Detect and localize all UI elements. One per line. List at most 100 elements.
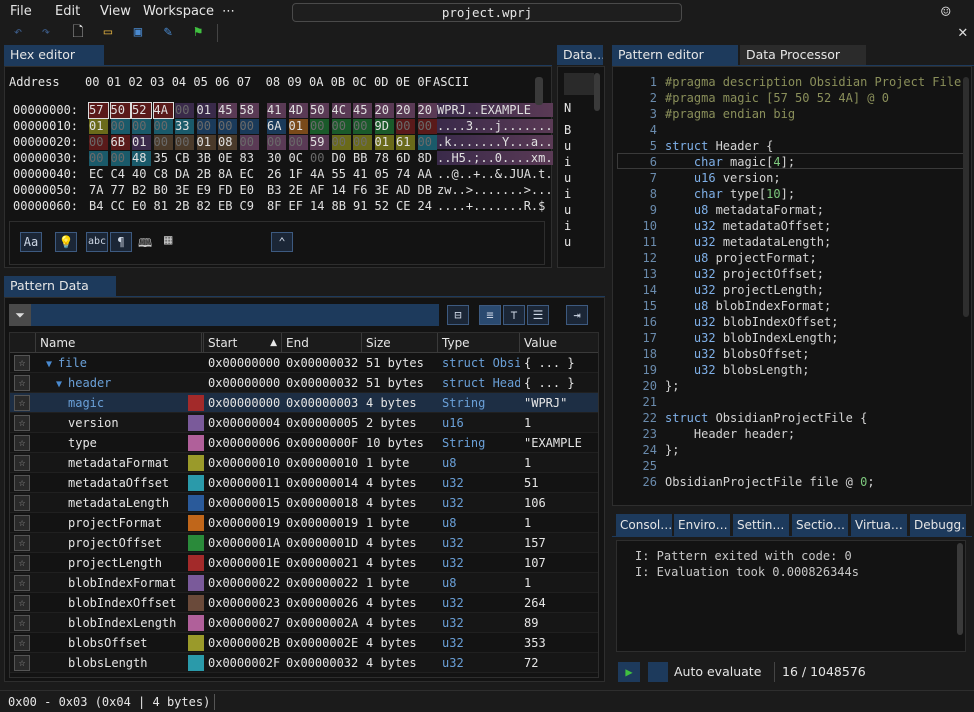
hex-byte[interactable]: 00 [353,119,372,134]
favorite-star-icon[interactable]: ☆ [14,475,30,491]
tab-hex-editor[interactable]: Hex editor [4,45,104,65]
filter-input[interactable]: ⏷ [9,304,439,326]
hex-row[interactable]: 00000010: 01 00 00 00 33 00 00 00 6A 01 00 00 00 9D 00 0… [13,119,553,135]
code-line[interactable]: 21 [613,395,953,411]
hex-byte[interactable]: 00 [110,151,130,166]
hex-byte[interactable]: 01 [196,135,216,150]
tab-debugger[interactable]: Debugg… [910,514,966,536]
favorite-star-icon[interactable]: ☆ [14,595,30,611]
code-line[interactable]: 5 struct Header { [613,139,953,155]
hex-byte[interactable]: 2B [175,199,194,214]
hex-byte[interactable]: 45 [353,103,372,118]
hex-byte[interactable]: 00 [417,119,437,134]
hex-byte[interactable]: 35 [154,151,173,166]
table-row[interactable]: ☆ ▼ file 0x00000000 0x00000032 51 bytes struc… [10,353,598,373]
tab-data-inspector[interactable]: Data… [557,45,603,65]
bookmark-icon[interactable]: ⚑ [190,24,206,40]
hex-byte[interactable]: 00 [353,135,372,150]
editor-scrollbar[interactable] [963,77,969,317]
hex-byte[interactable]: 00 [89,135,108,150]
hex-byte[interactable]: 77 [111,183,130,198]
code-line[interactable]: 11 u32 metadataLength; [613,235,953,251]
hex-byte[interactable]: 01 [374,135,394,150]
menu-view[interactable]: View [100,4,131,19]
table-row[interactable]: ☆ blobsOffset 0x0000002B 0x0000002E 4 bytes u… [10,633,598,653]
hex-byte[interactable]: 30 [267,151,286,166]
hex-byte[interactable]: 20 [396,103,415,118]
inspector-row[interactable]: u [564,171,571,185]
hex-byte[interactable]: 8A [218,167,237,182]
save-icon[interactable]: ▣ [130,24,146,40]
hex-row[interactable]: 00000000: 57 50 52 4A 00 01 45 58 41 4D 50 4C 45 20 20 2… [13,102,553,119]
redo-icon[interactable]: ↷ [38,24,54,40]
hex-byte[interactable]: 50 [310,103,329,118]
hex-byte[interactable]: B2 [132,183,151,198]
hex-byte[interactable]: 3E [375,183,394,198]
hex-byte[interactable]: 4D [288,103,308,118]
hex-byte[interactable]: EC [89,167,108,182]
table-row[interactable]: ☆ blobIndexLength 0x00000027 0x0000002A 4 by… [10,613,598,633]
run-button[interactable]: ▶ [618,662,640,682]
code-line[interactable]: 23 Header header; [613,427,953,443]
code-line[interactable]: 2 #pragma magic [57 50 52 4A] @ 0 [613,91,953,107]
code-line[interactable]: 12 u8 projectFormat; [613,251,953,267]
hex-byte[interactable]: CC [111,199,130,214]
hex-byte[interactable]: 14 [332,183,351,198]
hex-byte[interactable]: EF [289,199,308,214]
hex-byte[interactable]: 24 [418,199,437,214]
hex-byte[interactable]: 3E [175,183,194,198]
hex-byte[interactable]: 01 [89,119,108,134]
hex-byte[interactable]: 74 [396,167,415,182]
hex-byte[interactable]: C4 [111,167,130,182]
smiley-icon[interactable]: ☺ [941,2,951,21]
hex-byte[interactable]: 0C [289,151,308,166]
code-line[interactable]: 25 [613,459,953,475]
menu-file[interactable]: File [10,4,32,19]
col-size[interactable]: Size [362,333,438,353]
hex-byte[interactable]: 50 [109,102,131,119]
favorite-star-icon[interactable]: ☆ [14,535,30,551]
hex-byte[interactable]: 41 [267,103,286,118]
hex-byte[interactable]: E0 [240,183,259,198]
hex-byte[interactable]: 00 [310,151,329,166]
inspector-row[interactable]: i [564,155,571,169]
close-icon[interactable]: ✕ [958,22,968,41]
table-row[interactable]: ☆ ▼ header 0x00000000 0x00000032 51 bytes str… [10,373,598,393]
favorite-star-icon[interactable]: ☆ [14,395,30,411]
expand-chevron-icon[interactable]: ▼ [56,379,68,390]
hex-byte[interactable]: 2B [197,167,216,182]
hex-byte[interactable]: 40 [132,167,151,182]
table-row[interactable]: ☆ blobIndexFormat 0x00000022 0x00000022 1 by… [10,573,598,593]
code-line[interactable]: 1 #pragma description Obsidian Project Fi… [613,75,961,91]
tab-console[interactable]: Consol… [616,514,672,536]
hex-byte[interactable]: 00 [267,135,286,150]
tab-data-processor[interactable]: Data Processor [740,45,866,65]
favorite-star-icon[interactable]: ☆ [14,575,30,591]
hex-byte[interactable]: CE [396,199,415,214]
hex-byte[interactable]: 4C [331,103,351,118]
col-value[interactable]: Value [520,333,598,353]
inspector-row[interactable]: B [564,123,571,137]
view-tree-flat-icon[interactable]: ≡ [479,305,501,325]
hex-byte[interactable]: 45 [218,103,237,118]
hex-byte[interactable]: 01 [132,135,151,150]
auto-evaluate-checkbox[interactable] [648,662,668,682]
book-icon[interactable]: 🕮 [138,234,152,255]
hex-byte[interactable]: 57 [88,102,109,119]
hex-byte[interactable]: E0 [132,199,151,214]
pilcrow-icon[interactable]: ¶ [110,232,132,252]
hex-byte[interactable]: 00 [239,119,259,134]
hex-byte[interactable]: 48 [132,151,151,166]
menu-more[interactable]: ⋯ [222,4,235,19]
inspector-row[interactable]: u [564,139,571,153]
inspector-row[interactable]: u [564,235,571,249]
table-icon[interactable]: ▦ [164,232,172,248]
view-book-icon[interactable]: ⊟ [447,305,469,325]
table-row[interactable]: ☆ magic 0x00000000 0x00000003 4 bytes String "… [10,393,598,413]
hex-byte[interactable]: FD [218,183,237,198]
hex-byte[interactable]: 52 [131,102,152,119]
hex-byte[interactable]: 00 [153,135,173,150]
hex-ascii[interactable]: WPRJ..EXAMPLE [437,103,553,117]
favorite-star-icon[interactable]: ☆ [14,375,30,391]
table-row[interactable]: ☆ blobsLength 0x0000002F 0x00000032 4 bytes u… [10,653,598,673]
